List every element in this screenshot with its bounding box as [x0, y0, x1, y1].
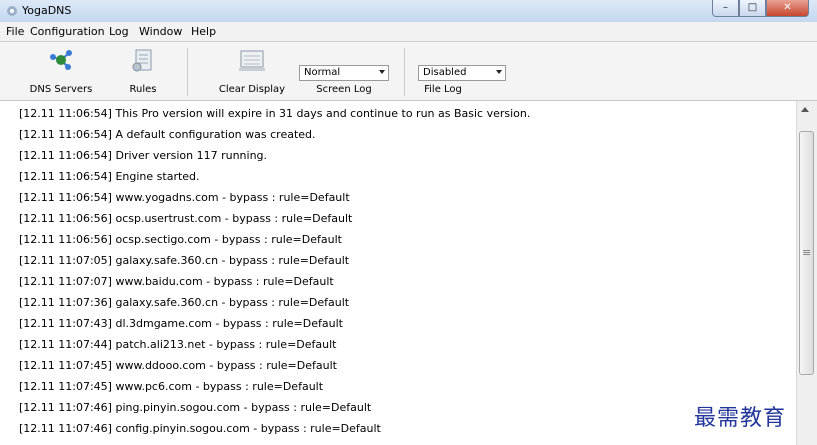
network-nodes-icon	[50, 50, 72, 70]
menu-window[interactable]: Window	[139, 25, 182, 38]
log-line: [12.11 11:07:45] www.ddooo.com - bypass …	[19, 359, 337, 372]
log-line: [12.11 11:06:54] A default configuration…	[19, 128, 316, 141]
menu-log[interactable]: Log	[109, 25, 129, 38]
rules-label: Rules	[129, 84, 157, 95]
log-line: [12.11 11:06:54] Engine started.	[19, 170, 200, 183]
log-line: [12.11 11:07:43] dl.3dmgame.com - bypass…	[19, 317, 343, 330]
log-line: [12.11 11:06:54] www.yogadns.com - bypas…	[19, 191, 350, 204]
scroll-up-icon[interactable]	[801, 107, 809, 112]
menu-help[interactable]: Help	[191, 25, 216, 38]
file-log-select[interactable]: Disabled	[418, 65, 506, 81]
log-line: [12.11 11:07:44] patch.ali213.net - bypa…	[19, 338, 337, 351]
clear-display-label: Clear Display	[218, 84, 286, 95]
toolbar: DNS Servers Rules Clear Display Normal S…	[0, 42, 817, 101]
chevron-down-icon	[496, 70, 502, 74]
log-display[interactable]: [12.11 11:06:54] This Pro version will e…	[0, 101, 796, 445]
close-button[interactable]: ✕	[766, 0, 809, 17]
screen-log-select[interactable]: Normal	[299, 65, 389, 81]
log-line: [12.11 11:07:36] galaxy.safe.360.cn - by…	[19, 296, 350, 309]
menu-bar: File Configuration Log Window Help	[0, 22, 817, 42]
log-line: [12.11 11:06:56] ocsp.sectigo.com - bypa…	[19, 233, 342, 246]
watermark: 最需教育	[694, 406, 787, 431]
rules-list-icon	[132, 49, 152, 72]
toolbar-separator	[187, 48, 188, 96]
log-line: [12.11 11:06:54] Driver version 117 runn…	[19, 149, 268, 162]
maximize-button[interactable]: □	[739, 0, 766, 17]
dns-servers-button[interactable]: DNS Servers	[26, 44, 96, 98]
scrollbar-thumb[interactable]	[799, 131, 814, 375]
screen-log-label: Screen Log	[316, 84, 372, 95]
clear-display-icon	[239, 50, 265, 71]
chevron-down-icon	[379, 70, 385, 74]
file-log-value: Disabled	[423, 67, 467, 78]
log-line: [12.11 11:07:45] www.pc6.com - bypass : …	[19, 380, 324, 393]
file-log-label: File Log	[424, 84, 462, 95]
grip-icon	[803, 250, 810, 251]
yogadns-app-icon	[7, 6, 17, 16]
vertical-scrollbar[interactable]	[796, 101, 817, 445]
toolbar-separator	[404, 48, 405, 96]
clear-display-button[interactable]: Clear Display	[214, 44, 290, 98]
menu-file[interactable]: File	[6, 25, 24, 38]
minimize-button[interactable]: –	[712, 0, 739, 17]
log-line: [12.11 11:07:46] config.pinyin.sogou.com…	[19, 422, 381, 435]
log-line: [12.11 11:06:54] This Pro version will e…	[19, 107, 531, 120]
title-bar[interactable]: YogaDNS – □ ✕	[0, 0, 817, 22]
menu-configuration[interactable]: Configuration	[30, 25, 105, 38]
log-line: [12.11 11:07:46] ping.pinyin.sogou.com -…	[19, 401, 372, 414]
dns-servers-label: DNS Servers	[29, 84, 93, 95]
window-title: YogaDNS	[22, 4, 72, 17]
screen-log-value: Normal	[304, 67, 341, 78]
log-line: [12.11 11:06:56] ocsp.usertrust.com - by…	[19, 212, 353, 225]
log-line: [12.11 11:07:07] www.baidu.com - bypass …	[19, 275, 334, 288]
log-line: [12.11 11:07:05] galaxy.safe.360.cn - by…	[19, 254, 350, 267]
rules-button[interactable]: Rules	[118, 44, 168, 98]
